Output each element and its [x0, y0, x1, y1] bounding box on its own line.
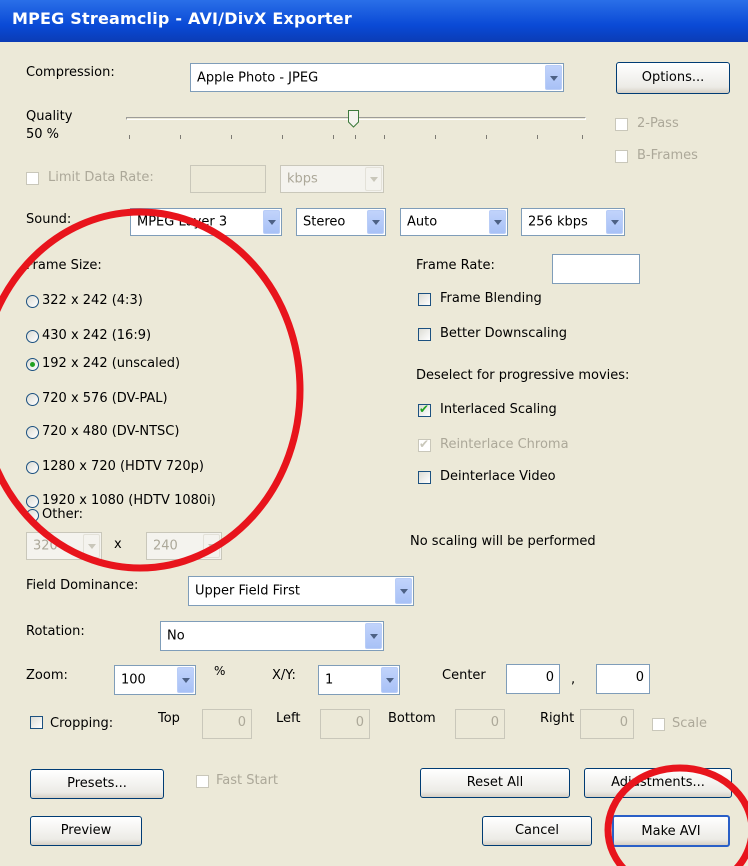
annotation-overlay	[0, 208, 748, 866]
annotation-circle-frame-size	[0, 208, 304, 572]
annotation-circle-make-avi	[604, 764, 748, 866]
